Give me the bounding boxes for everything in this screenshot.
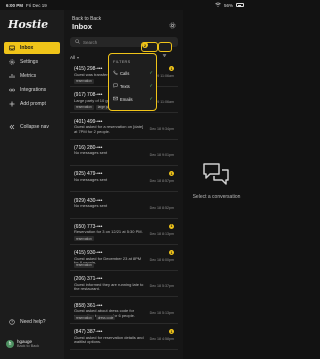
sidebar-item-label: Add prompt — [20, 101, 46, 107]
user-location: Back to Back — [17, 344, 40, 348]
tag-list: reservation — [74, 236, 94, 242]
mail-icon — [113, 96, 118, 102]
collapse-nav-label: Collapse nav — [20, 124, 49, 130]
sidebar-item-add-prompt[interactable]: Add prompt — [4, 98, 60, 110]
conversation-time: Dec 18 5:13pm — [149, 310, 174, 315]
sidebar-item-inbox[interactable]: Inbox — [4, 42, 60, 54]
help-icon — [9, 319, 15, 325]
filters-title: FILTERS — [113, 60, 131, 64]
battery-percent: 56% — [223, 2, 233, 8]
conversation-preview: No messages sent — [74, 176, 108, 182]
battery-icon — [236, 3, 244, 7]
conversation-time: Dec 18 9:01pm — [149, 152, 174, 157]
sidebar-item-integrations[interactable]: Integrations — [4, 84, 60, 96]
collapse-nav-button[interactable]: Collapse nav — [4, 121, 60, 133]
conversation-item[interactable]: (858) 361-••• Guest asked about dress cod… — [70, 301, 178, 324]
conversation-time: Dec 18 4:58pm — [149, 337, 174, 341]
conversation-item[interactable]: (401) 499-••• Guest asked for a reservati… — [70, 117, 178, 140]
empty-state-text: Select a conversation — [192, 194, 241, 200]
search-icon — [75, 39, 80, 45]
filters-popover: FILTERS Calls ✓ Texts ✓ Emails ✓ — [108, 53, 157, 111]
chevron-double-left-icon — [9, 124, 15, 130]
conversation-preview: Guest asked for a reservation on [date] … — [74, 124, 144, 134]
conversation-time: Dec 18 5:37pm — [149, 284, 174, 289]
check-icon: ✓ — [149, 96, 153, 101]
conversation-preview: No messages sent — [74, 150, 108, 156]
tag-list: reservation — [74, 78, 94, 84]
tutorial-step-badge: 2 — [142, 42, 148, 48]
unread-badge: 1 — [169, 66, 174, 71]
conversation-item[interactable]: (415) 930-••• Guest asked for December 23… — [70, 248, 178, 272]
status-bar: 6:00 PM Fri Dec 19 56% — [0, 0, 250, 10]
conversation-item[interactable]: (206) 371-••• Guest informed they are run… — [70, 274, 178, 298]
sidebar-item-label: Metrics — [20, 73, 37, 79]
conversation-item[interactable]: (650) 773-••• Reservation for 3 on 12/21 … — [70, 222, 178, 245]
filter-selected: All — [70, 54, 76, 60]
sidebar-item-metrics[interactable]: Metrics — [4, 70, 60, 82]
unread-badge: 1 — [169, 171, 174, 177]
app-logo: Hostie — [8, 18, 49, 31]
conversation-item[interactable]: (929) 430-••• No messages sent Dec 18 8:52… — [70, 196, 178, 219]
tag-list: reservation — [74, 262, 94, 268]
check-icon: ✓ — [149, 70, 153, 75]
page-title: Inbox — [72, 22, 92, 31]
tag: reservation — [74, 315, 94, 321]
conversation-preview: No messages sent — [74, 203, 108, 208]
chevron-down-icon: ▾ — [77, 54, 80, 60]
conversation-detail-pane: Select a conversation — [183, 10, 250, 359]
wifi-icon — [215, 2, 221, 8]
status-time: 6:00 PM — [6, 2, 24, 8]
phone-icon — [113, 70, 118, 76]
gear-icon[interactable] — [169, 16, 176, 29]
message-icon — [113, 83, 118, 89]
conversation-time: Dec 18 8:52pm — [149, 205, 174, 210]
conversation-preview: Reservation for 3 on 12/21 at 5:30 PM. — [74, 229, 143, 235]
filter-option-label: Calls — [120, 70, 130, 76]
tag: reservation — [74, 78, 94, 84]
sidebar-item-label: Integrations — [20, 87, 47, 93]
unread-badge: 1 — [169, 223, 174, 229]
gear-icon — [9, 59, 15, 65]
sidebar-item-label: Settings — [20, 59, 39, 65]
chart-icon — [9, 73, 15, 79]
tag-list: reservation dress code — [74, 315, 116, 321]
filter-option-calls[interactable]: Calls ✓ — [113, 69, 153, 77]
help-link[interactable]: Need help? — [4, 316, 60, 328]
check-icon: ✓ — [149, 83, 153, 88]
chat-bubbles-icon — [202, 162, 230, 186]
conversation-time: Dec 18 8:57pm — [149, 179, 174, 184]
avatar: h — [6, 339, 14, 348]
tag: reservation — [74, 104, 94, 110]
tag: dress code — [95, 315, 116, 321]
conversation-time: Dec 18 9:34pm — [149, 126, 174, 131]
sidebar-item-settings[interactable]: Settings — [4, 56, 60, 68]
sidebar: Hostie Inbox Settings Metrics Integratio… — [0, 10, 64, 359]
conversation-preview: Guest informed they are running late to … — [74, 281, 144, 292]
filter-option-label: Texts — [120, 83, 130, 89]
sort-icon — [162, 45, 167, 63]
unread-badge: 1 — [169, 329, 174, 334]
conversation-time: Dec 18 6:00pm — [149, 258, 174, 263]
sidebar-item-label: Inbox — [20, 45, 34, 51]
search-placeholder: Search — [83, 39, 98, 45]
filter-option-emails[interactable]: Emails ✓ — [113, 95, 153, 103]
help-label: Need help? — [20, 319, 46, 325]
filter-option-texts[interactable]: Texts ✓ — [113, 82, 153, 90]
sort-button[interactable] — [158, 42, 172, 58]
tag: reservation — [74, 236, 94, 242]
tag: reservation — [74, 262, 94, 268]
user-profile[interactable]: h hgauge Back to Back — [6, 339, 39, 348]
conversation-item[interactable]: (716) 280-••• No messages sent Dec 18 9:01… — [70, 143, 178, 166]
inbox-icon — [9, 45, 15, 51]
unread-badge: 1 — [169, 250, 174, 256]
filter-option-label: Emails — [120, 96, 133, 102]
conversation-preview: Guest asked for reservation details and … — [74, 334, 144, 345]
plus-icon — [9, 101, 15, 107]
conversation-time: Dec 18 8:13pm — [149, 231, 174, 236]
link-icon — [9, 87, 15, 93]
conversation-item[interactable]: (847) 387-••• Guest asked for reservation… — [70, 327, 178, 350]
conversation-item[interactable]: (925) 479-••• No messages sent Dec 18 8:57… — [70, 169, 178, 193]
status-date: Fri Dec 19 — [26, 2, 47, 8]
